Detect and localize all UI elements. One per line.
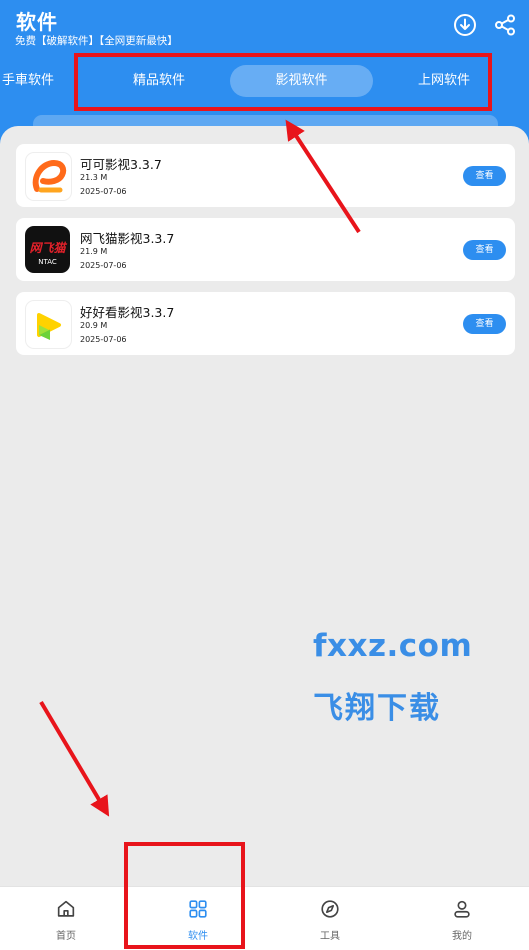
arrow-to-nav (39, 700, 110, 817)
annotation-arrows (39, 119, 361, 817)
arrow-to-tabs (285, 119, 361, 234)
